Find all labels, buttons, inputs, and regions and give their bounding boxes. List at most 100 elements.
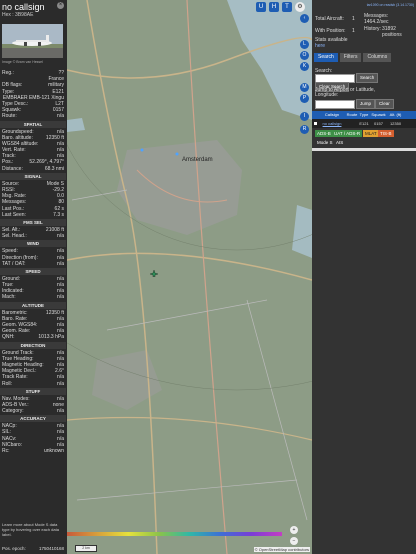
history-value: 31892 positions — [382, 26, 402, 38]
side-button-m[interactable]: M — [300, 83, 309, 92]
detail-value: 68.3 nmi — [44, 165, 64, 172]
jump-label: Jump to Airport or Latitude, Longitude: — [315, 87, 376, 98]
detail-value: 1013.3 hPa — [38, 334, 64, 341]
map-tiles[interactable] — [67, 0, 312, 554]
photo-caption: Image © Bram van Hessel — [2, 60, 43, 64]
detail-row: Distance: 68.3 nmi — [2, 166, 64, 172]
zoom-in-button[interactable]: + — [290, 526, 298, 534]
tab-filters[interactable]: Filters — [339, 53, 362, 62]
col-squawk[interactable]: Squawk — [370, 111, 387, 119]
detail-value: 7.3 s — [53, 211, 64, 218]
detail-value: n/a — [57, 408, 64, 415]
detail-row: Rc: unknown — [2, 448, 64, 454]
map-attribution[interactable]: © OpenStreetMap contributors — [253, 547, 310, 552]
detail-value: n/a — [57, 294, 64, 301]
detail-label: TAT / OAT: — [2, 260, 26, 267]
col-type[interactable]: Type — [358, 111, 370, 119]
detail-value: n/a — [57, 233, 64, 240]
section-header: DIRECTION — [0, 341, 66, 349]
detail-label: Mach: — [2, 294, 16, 301]
history-label: History: — [364, 26, 381, 32]
aircraft-marker-icon[interactable] — [149, 269, 159, 278]
filter-mode-s[interactable]: Mode S — [315, 139, 335, 146]
section-header: FMS SEL — [0, 218, 66, 226]
section-header: SPEED — [0, 267, 66, 275]
detail-label: Reg.: — [2, 70, 14, 76]
city-label-amsterdam: Amsterdam — [182, 157, 213, 163]
aircraft-list-panel: tar1090 on readsb (3.14.1730) Total Airc… — [312, 0, 416, 554]
detail-row: Sel. Head.: n/a — [2, 233, 64, 239]
detail-row: Roll: n/a — [2, 381, 64, 387]
map-view[interactable]: Amsterdam + − 2 km © OpenStreetMap contr… — [67, 0, 312, 554]
detail-label: Sel. Head.: — [2, 233, 27, 240]
row-type: E121 — [359, 121, 369, 126]
with-position-value: 1 — [352, 28, 355, 34]
top-button-u[interactable]: U — [256, 2, 266, 12]
total-aircraft-value: 1 — [352, 16, 355, 22]
detail-row: QNH: 1013.3 hPa — [2, 334, 64, 340]
detail-label: Distance: — [2, 165, 23, 172]
section-header: ACCURACY — [0, 415, 66, 423]
search-button[interactable]: Search — [356, 73, 379, 83]
collapse-sidebar-icon[interactable]: ‹ — [300, 14, 309, 23]
row-squawk: 0157 — [374, 121, 383, 126]
settings-icon[interactable]: ⚙ — [295, 2, 305, 12]
tab-columns[interactable]: Columns — [363, 53, 392, 62]
side-button-r[interactable]: R — [300, 125, 309, 134]
detail-row: Last Seen: 7.3 s — [2, 212, 64, 218]
top-button-h[interactable]: H — [269, 2, 279, 12]
section-header: SIGNAL — [0, 172, 66, 180]
detail-label: Roll: — [2, 380, 13, 387]
filter-adsb[interactable]: ADS-B — [315, 130, 333, 137]
aircraft-marker-shape — [149, 269, 159, 278]
pos-epoch: Pos. epoch: 1750410168 — [2, 546, 64, 551]
jump-input[interactable] — [315, 100, 355, 109]
detail-row: Mach: n/a — [2, 294, 64, 300]
section-header: ALTITUDE — [0, 301, 66, 309]
clear-button[interactable]: Clear — [375, 99, 394, 109]
filter-mlat[interactable]: MLAT — [363, 130, 379, 137]
detail-value: n/a — [57, 380, 64, 387]
total-aircraft-label: Total Aircraft: — [315, 16, 344, 22]
filter-ais[interactable]: AIS — [334, 139, 346, 146]
pos-epoch-value: 1750410168 — [38, 546, 64, 551]
tab-search[interactable]: Search — [314, 53, 338, 62]
side-button-l[interactable]: L — [300, 40, 309, 49]
jump-button[interactable]: Jump — [356, 99, 376, 109]
filter-tisb[interactable]: TIS-B — [378, 130, 394, 137]
messages-value: 1464.2/sec — [364, 19, 389, 25]
side-button-i[interactable]: I — [300, 112, 309, 121]
table-scrollbar[interactable] — [312, 148, 416, 151]
map-scale-label: 2 km — [82, 546, 90, 550]
top-button-t[interactable]: T — [282, 2, 292, 12]
detail-label: Category: — [2, 408, 24, 415]
col-route[interactable]: Route — [346, 111, 358, 119]
aircraft-hex: Hex : 3B98AE — [2, 12, 34, 18]
table-row[interactable]: no callsign E121 0157 12350 — [312, 119, 416, 128]
panel-tabs: Search Filters Columns — [314, 53, 392, 62]
zoom-out-button[interactable]: − — [290, 537, 298, 545]
altitude-legend — [67, 532, 282, 536]
map-scale: 2 km — [75, 545, 97, 552]
filter-uat-adsr[interactable]: UAT / ADS-R — [332, 130, 363, 137]
side-button-k[interactable]: K — [300, 62, 309, 71]
pos-epoch-label: Pos. epoch: — [2, 546, 26, 551]
version-link[interactable]: tar1090 on readsb (3.14.1730) — [367, 3, 414, 7]
col-callsign[interactable]: Callsign — [318, 111, 346, 119]
row-altitude: 12350 — [389, 121, 402, 126]
help-text: Learn more about Mode S data type by hov… — [2, 522, 59, 537]
aircraft-callsign: no callsign — [2, 2, 45, 12]
row-route — [346, 119, 358, 128]
close-icon[interactable]: × — [57, 2, 64, 9]
stats-link[interactable]: here — [315, 43, 325, 49]
row-callsign[interactable]: no callsign — [318, 119, 346, 128]
aircraft-details: Reg.:?? France DB flags: military Type: E121 E… — [0, 70, 66, 454]
side-button-p[interactable]: P — [300, 94, 309, 103]
col-altitude[interactable]: Alt. (ft) — [387, 111, 404, 119]
detail-label: QNH: — [2, 334, 15, 341]
side-button-o[interactable]: O — [300, 51, 309, 60]
aircraft-photo[interactable] — [2, 24, 63, 58]
detail-label: Rc: — [2, 448, 10, 454]
table-header: Callsign Route Type Squawk Alt. (ft) — [312, 111, 416, 119]
detail-label: Route: — [2, 113, 17, 120]
